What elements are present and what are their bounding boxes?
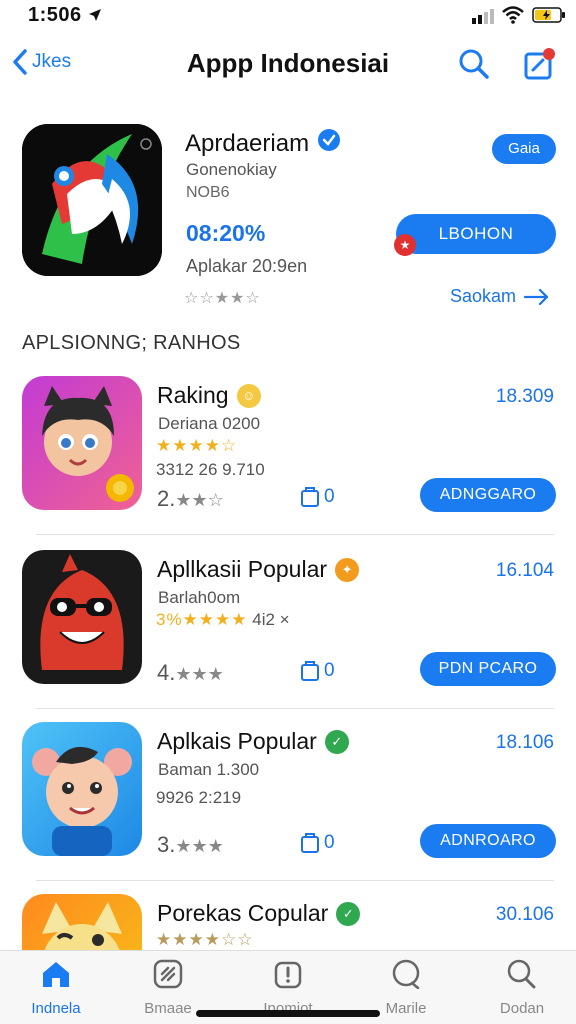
updates-button[interactable] <box>522 46 556 87</box>
app-rating-stars: ★★★★☆ <box>156 436 238 455</box>
see-all-link[interactable]: Saokam <box>450 286 550 307</box>
app-rank: 4.★★★ <box>157 660 224 685</box>
app-developer: Deriana 0200 <box>158 414 261 433</box>
status-bar: 1:506 <box>0 0 576 34</box>
cellular-signal-icon <box>472 8 496 29</box>
app-price: 16.104 <box>495 560 554 581</box>
home-indicator[interactable] <box>196 1010 380 1017</box>
featured-percentage: 08:20% <box>186 220 266 246</box>
check-badge-icon: ✓ <box>336 901 361 926</box>
app-icon-popular[interactable] <box>22 550 142 684</box>
app-stats: 9926 2:219 <box>156 788 242 807</box>
bag-count[interactable]: 0 <box>300 832 335 854</box>
star-badge-icon: ★ <box>394 234 416 256</box>
get-button[interactable]: Gaia <box>492 134 556 164</box>
download-button[interactable]: ADNGGARO <box>420 478 556 512</box>
battery-icon <box>532 7 566 28</box>
smile-badge-icon: ☺ <box>236 383 261 408</box>
app-price: 18.309 <box>495 386 554 407</box>
app-icon-porekas[interactable] <box>22 894 142 950</box>
bag-count[interactable]: 0 <box>300 660 335 682</box>
search-icon <box>459 49 489 79</box>
app-rank: 2.★★☆ <box>157 486 224 511</box>
wifi-icon <box>502 6 524 29</box>
app-price: 18.106 <box>495 732 554 753</box>
apps-icon <box>274 961 302 989</box>
app-rating-stars: ★★★★☆☆ <box>156 930 254 949</box>
bag-icon <box>301 661 319 681</box>
app-name: Raking ☺ <box>157 382 261 409</box>
app-price: 30.106 <box>495 904 554 925</box>
app-stats: 3312 26 9.710 <box>156 460 265 479</box>
featured-rating-stars: ☆☆★★☆ <box>184 290 261 307</box>
verified-badge-icon <box>317 128 341 159</box>
featured-app-icon[interactable] <box>22 124 162 276</box>
featured-action-button[interactable]: LBOHON <box>396 214 556 254</box>
divider <box>36 534 554 535</box>
app-name: Apllkasii Popular ✦ <box>157 556 360 583</box>
tab-search[interactable]: Dodan <box>472 959 572 1017</box>
featured-subtitle: Gonenokiay <box>186 160 277 179</box>
download-button[interactable]: ADNROARO <box>420 824 556 858</box>
status-time: 1:506 <box>28 4 82 26</box>
tab-today[interactable]: Indnela <box>6 959 106 1017</box>
chat-icon <box>392 959 420 990</box>
sparkle-badge-icon: ✦ <box>335 557 360 582</box>
games-icon <box>153 959 183 989</box>
home-icon <box>43 962 69 987</box>
app-developer: Barlah0om <box>158 588 241 607</box>
location-arrow-icon <box>88 8 102 27</box>
search-button[interactable] <box>458 48 490 85</box>
app-icon-aplkais[interactable] <box>22 722 142 856</box>
navigation-bar: Jkes Appp Indonesiai <box>0 36 576 96</box>
list-item[interactable]: Raking ☺ Deriana 0200 ★★★★☆ 3312 26 9.71… <box>0 376 576 546</box>
section-title: APLSIONNG; RANHOS <box>22 332 241 354</box>
featured-meta: Aplakar 20:9en <box>186 256 308 276</box>
bag-icon <box>301 487 319 507</box>
bag-count[interactable]: 0 <box>300 486 335 508</box>
bag-icon <box>301 833 319 853</box>
divider <box>36 880 554 881</box>
divider <box>36 708 554 709</box>
tab-arcade[interactable]: Marile <box>356 959 456 1017</box>
list-item[interactable]: Apllkasii Popular ✦ Barlah0om 3%★★★★ 4i2… <box>0 550 576 720</box>
notification-icon <box>524 48 555 80</box>
app-rating-stars: 3%★★★★ 4i2 × <box>156 610 290 629</box>
app-developer: Baman 1.300 <box>158 760 260 779</box>
app-name: Aplkais Popular ✓ <box>157 728 349 755</box>
app-rank: 3.★★★ <box>157 832 224 857</box>
featured-app-name: Aprdaeriam <box>185 128 341 159</box>
tab-games[interactable]: Bmaae <box>118 959 218 1017</box>
list-item[interactable]: Aplkais Popular ✓ Baman 1.300 9926 2:219… <box>0 722 576 892</box>
app-name: Porekas Copular ✓ <box>157 900 361 927</box>
check-badge-icon: ✓ <box>324 729 349 754</box>
featured-app-card[interactable]: Aprdaeriam Gonenokiay NOB6 08:20% Aplaka… <box>0 110 576 320</box>
download-button[interactable]: PDN PCARO <box>420 652 556 686</box>
tab-apps[interactable]: Inomiot <box>238 959 338 1017</box>
list-item[interactable]: Porekas Copular ✓ ★★★★☆☆ 30.106 <box>0 894 576 950</box>
featured-code: NOB6 <box>186 184 230 201</box>
app-icon-raking[interactable] <box>22 376 142 510</box>
search-icon <box>507 959 536 989</box>
arrow-right-icon <box>524 288 549 305</box>
